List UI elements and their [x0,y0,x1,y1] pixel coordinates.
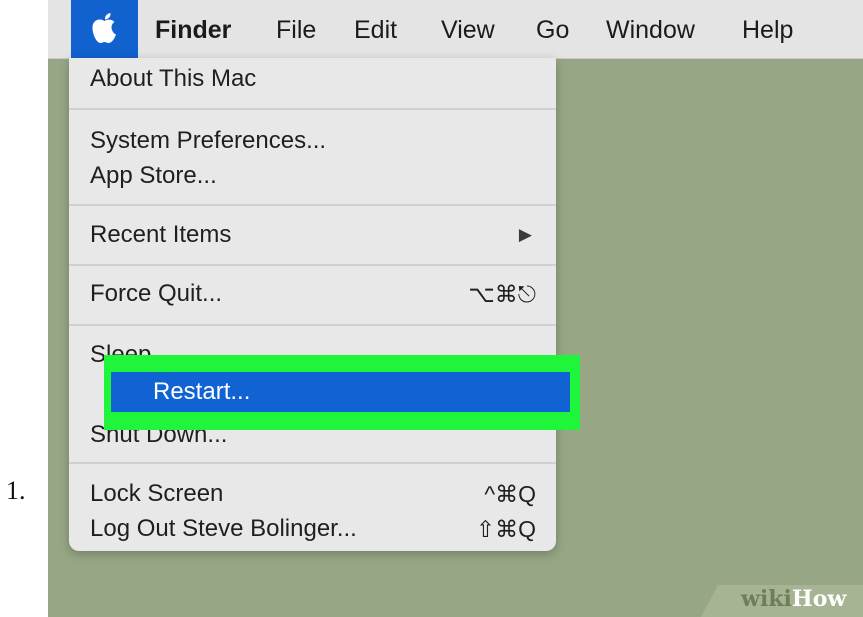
menu-item-app-store[interactable]: App Store... [69,155,556,197]
menu-file[interactable]: File [276,0,316,58]
menu-item-label: About This Mac [90,65,257,92]
wikihow-watermark: wikiHow [741,586,846,612]
menu-item-label: Force Quit... [90,280,223,307]
menu-item-shortcut: ⇧⌘Q [475,516,536,542]
menu-item-shortcut: ⌥⌘⎋ [468,281,536,307]
menu-bar: Finder File Edit View Go Window Help [48,0,863,59]
menu-edit[interactable]: Edit [354,0,397,58]
list-number: 1. [6,476,26,505]
apple-menu-button[interactable] [71,0,138,58]
menu-item-restart[interactable]: Restart... [111,372,570,412]
menu-separator [69,108,556,110]
menu-finder[interactable]: Finder [155,0,231,58]
menu-item-force-quit[interactable]: Force Quit... ⌥⌘⎋ [69,273,556,315]
screenshot: Finder File Edit View Go Window Help Abo… [48,0,863,617]
watermark-how: How [791,586,847,612]
menu-separator [69,462,556,464]
menu-help[interactable]: Help [742,0,793,58]
menu-separator [69,204,556,206]
menu-go[interactable]: Go [536,0,569,58]
menu-item-label: Log Out Steve Bolinger... [90,515,357,542]
apple-menu-dropdown: About This Mac System Preferences... App… [69,58,556,551]
menu-view[interactable]: View [441,0,495,58]
menu-item-log-out[interactable]: Log Out Steve Bolinger... ⇧⌘Q [69,508,556,550]
menu-item-label: Restart... [153,378,251,405]
menu-separator [69,264,556,266]
submenu-arrow-icon: ▶ [518,225,532,244]
menu-item-label: Recent Items [90,221,232,248]
menu-item-label: App Store... [90,162,217,189]
apple-logo-icon [92,13,116,43]
menu-window[interactable]: Window [606,0,695,58]
watermark-wiki: wiki [741,586,792,612]
menu-item-recent-items[interactable]: Recent Items ▶ [69,214,556,256]
menu-item-about-this-mac[interactable]: About This Mac [69,58,556,100]
menu-separator [69,324,556,326]
